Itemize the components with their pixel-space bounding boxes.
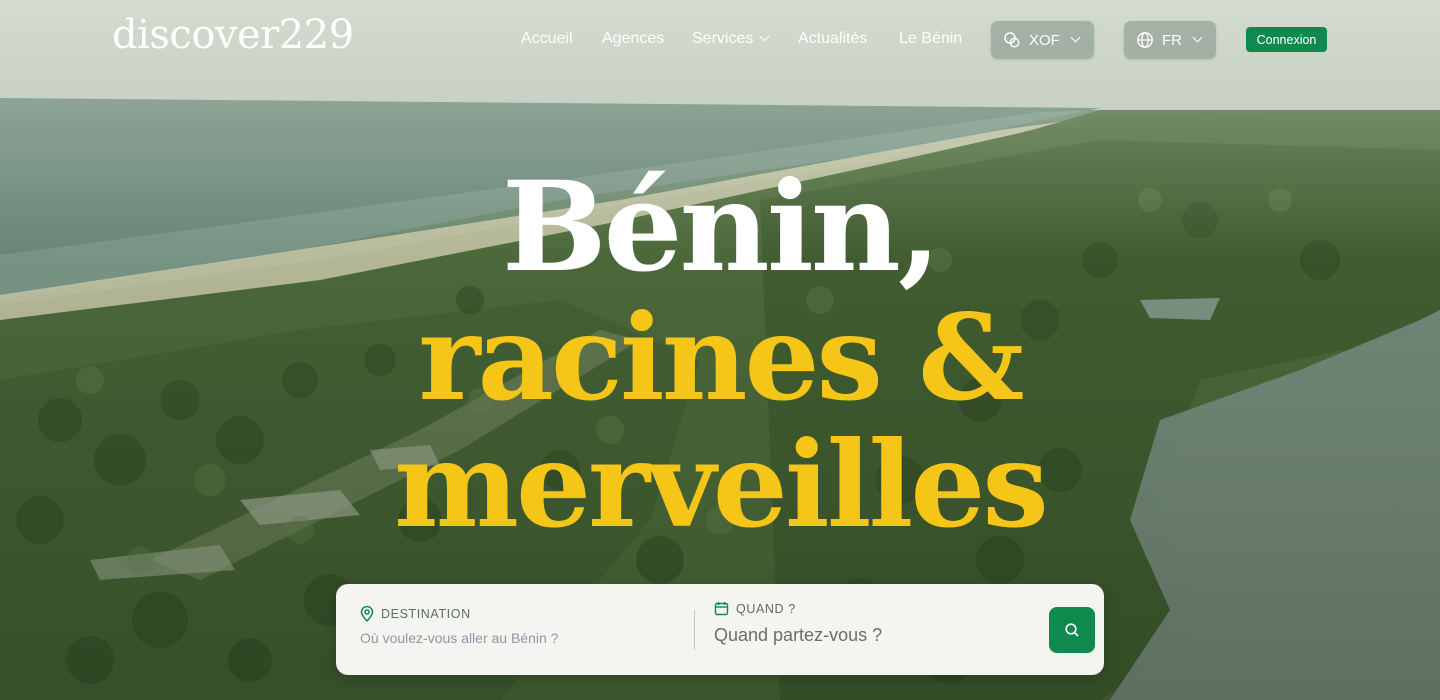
map-pin-icon bbox=[360, 606, 374, 622]
currency-selector[interactable]: XOF bbox=[991, 21, 1094, 59]
nav-link-accueil[interactable]: Accueil bbox=[521, 30, 573, 48]
destination-label: DESTINATION bbox=[360, 606, 471, 622]
date-picker-field[interactable]: Quand partez-vous ? bbox=[714, 625, 1014, 646]
field-divider bbox=[694, 610, 695, 650]
calendar-icon bbox=[714, 602, 729, 616]
when-label: QUAND ? bbox=[714, 601, 796, 616]
search-bar: DESTINATION QUAND ? Quand partez-vous ? bbox=[336, 584, 1104, 675]
hero-title-line-2: racines & bbox=[418, 288, 1024, 427]
nav-link-services[interactable]: Services bbox=[692, 30, 770, 48]
site-logo[interactable]: discover229 bbox=[112, 12, 354, 58]
currency-value: XOF bbox=[1029, 31, 1060, 49]
chevron-down-icon bbox=[1070, 32, 1081, 42]
coins-icon bbox=[1004, 32, 1020, 48]
nav-link-actualites[interactable]: Actualités bbox=[798, 30, 867, 48]
login-button[interactable]: Connexion bbox=[1246, 27, 1327, 52]
chevron-down-icon bbox=[759, 31, 770, 42]
nav-link-services-label: Services bbox=[692, 30, 754, 47]
search-icon bbox=[1065, 623, 1079, 637]
hero-title-line-1: Bénin, bbox=[501, 155, 941, 300]
language-value: FR bbox=[1162, 31, 1182, 49]
nav-link-le-benin[interactable]: Le Bénin bbox=[899, 30, 962, 48]
when-label-text: QUAND ? bbox=[736, 601, 796, 616]
destination-label-text: DESTINATION bbox=[381, 607, 471, 621]
globe-icon bbox=[1137, 32, 1153, 48]
language-selector[interactable]: FR bbox=[1124, 21, 1216, 59]
nav-link-agences[interactable]: Agences bbox=[602, 30, 664, 48]
hero-title-line-3: merveilles bbox=[394, 415, 1049, 554]
chevron-down-icon bbox=[1192, 32, 1203, 42]
search-button[interactable] bbox=[1049, 607, 1095, 653]
destination-input[interactable] bbox=[360, 630, 680, 646]
